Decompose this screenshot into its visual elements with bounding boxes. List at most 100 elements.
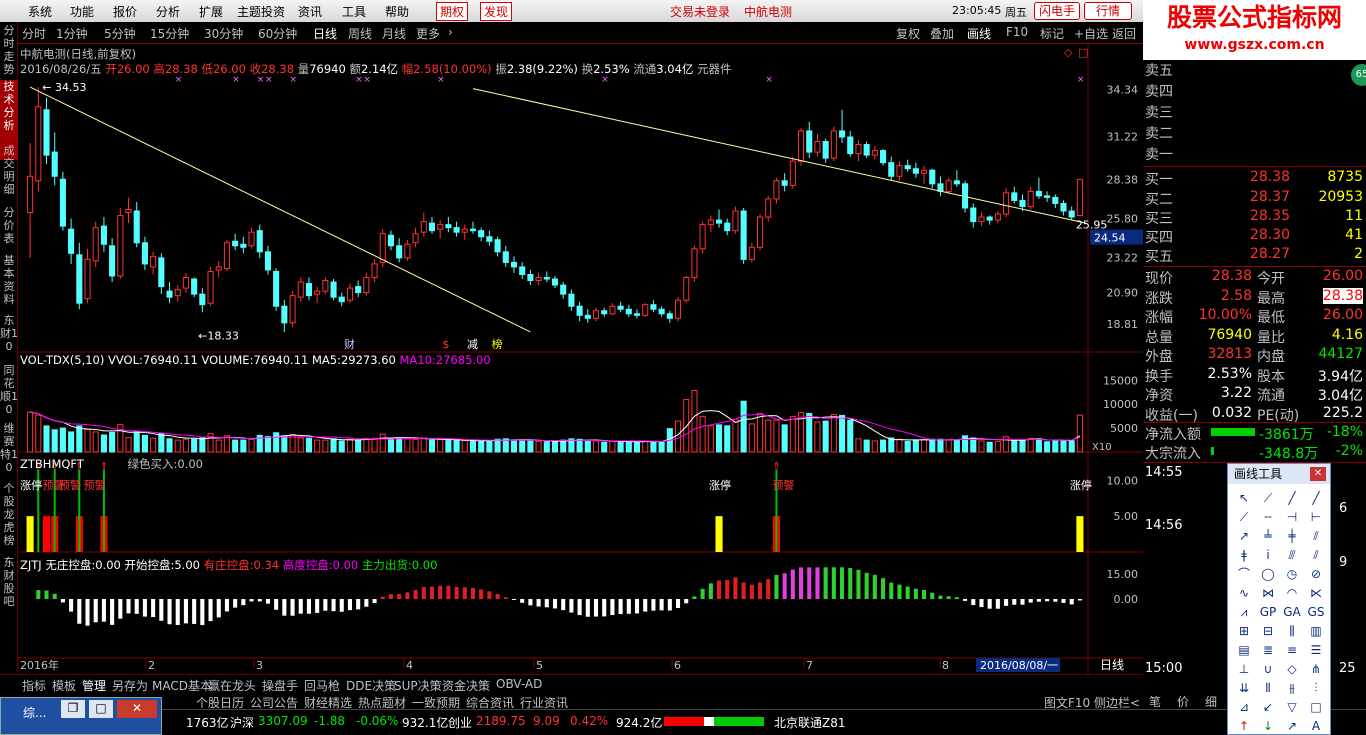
menu-analysis[interactable]: 分析 bbox=[156, 3, 180, 20]
menu-discover[interactable]: 发现 bbox=[480, 2, 513, 21]
drawing-tools-palette[interactable]: 画线工具 ✕ ↖ ⟋ ╱ ╱ ⟋ ╌ ⊣ ⊢ ↗ ╧ ╪ ⫽ ǂ ⅰ ⫻ ⫽ ⌒ ◯ ◷ ⊘ ∿ ⋈ ◠ ⋉ ⩘ GP GA GS ⊞ ⊟… bbox=[1227, 463, 1331, 735]
period-monthly[interactable]: 月线 bbox=[382, 25, 406, 42]
maximize-icon[interactable]: □ bbox=[89, 700, 113, 718]
menu-theme-invest[interactable]: 主题投资 bbox=[237, 3, 285, 20]
draw-tool-icon[interactable]: A bbox=[1306, 718, 1326, 734]
draw-tool-icon[interactable]: ⟋ bbox=[1234, 509, 1254, 525]
period-more-arrow-icon[interactable]: › bbox=[448, 25, 453, 39]
period-weekly[interactable]: 周线 bbox=[348, 25, 372, 42]
draw-tool-icon[interactable]: ⊿ bbox=[1234, 699, 1254, 715]
detail-tab-jia[interactable]: 价 bbox=[1177, 693, 1189, 710]
period-daily[interactable]: 日线 bbox=[313, 25, 337, 42]
menu-quote[interactable]: 报价 bbox=[113, 3, 137, 20]
tab-fundamentals[interactable]: 基本资料 bbox=[0, 254, 18, 306]
draw-tool-icon[interactable]: GS bbox=[1306, 604, 1326, 620]
back-button[interactable]: 返回 bbox=[1112, 25, 1136, 42]
draw-tool-icon[interactable]: ╪ bbox=[1282, 528, 1302, 544]
draw-tool-icon[interactable]: GA bbox=[1282, 604, 1302, 620]
draw-tool-icon[interactable]: ⫻ bbox=[1282, 547, 1302, 563]
menu-help[interactable]: 帮助 bbox=[385, 3, 409, 20]
tab-eastmoney10[interactable]: 东财10 bbox=[0, 314, 18, 358]
draw-tool-icon[interactable]: ◷ bbox=[1282, 566, 1302, 582]
draw-tool-icon[interactable]: ⋈ bbox=[1258, 585, 1278, 601]
menu-news[interactable]: 资讯 bbox=[298, 3, 322, 20]
tab-price-table[interactable]: 分价表 bbox=[0, 206, 18, 246]
draw-tool-icon[interactable]: ☰ bbox=[1306, 642, 1326, 658]
f10-button[interactable]: F10 bbox=[1006, 25, 1028, 39]
tab-intraday[interactable]: 分时走势 bbox=[0, 24, 18, 76]
draw-tool-icon[interactable]: ⋔ bbox=[1306, 661, 1326, 677]
detail-tab-bi[interactable]: 笔 bbox=[1149, 693, 1161, 710]
draw-tool-icon[interactable]: ⊟ bbox=[1258, 623, 1278, 639]
chart-area[interactable]: 34.34 31.22 28.38 25.80 23.22 20.90 18.81 ← 34.… bbox=[18, 44, 1143, 674]
draw-tool-icon[interactable]: ⫽ bbox=[1306, 528, 1326, 544]
draw-tool-icon[interactable]: ⊢ bbox=[1306, 509, 1326, 525]
draw-tool-icon[interactable]: ⇊ bbox=[1234, 680, 1254, 696]
draw-tool-icon[interactable]: ⫵ bbox=[1282, 680, 1302, 696]
menu-extend[interactable]: 扩展 bbox=[199, 3, 223, 20]
score-badge[interactable]: 65 bbox=[1351, 64, 1366, 86]
draw-tool-icon[interactable]: ↙ bbox=[1258, 699, 1278, 715]
draw-tool-icon[interactable]: ∪ bbox=[1258, 661, 1278, 677]
period-5min[interactable]: 5分钟 bbox=[104, 25, 136, 42]
period-more[interactable]: 更多 bbox=[416, 25, 440, 42]
draw-tool-icon[interactable]: ▤ bbox=[1234, 642, 1254, 658]
trade-login-status[interactable]: 交易未登录 bbox=[670, 3, 730, 20]
draw-tool-icon[interactable]: ⊣ bbox=[1282, 509, 1302, 525]
period-intraday[interactable]: 分时 bbox=[22, 25, 46, 42]
tab-eastmoney-forum[interactable]: 东财股吧 bbox=[0, 556, 18, 608]
draw-tool-icon[interactable]: ◯ bbox=[1258, 566, 1278, 582]
tab-weisaite10[interactable]: 维赛特10 bbox=[0, 422, 18, 474]
draw-tool-icon[interactable]: ◠ bbox=[1282, 585, 1302, 601]
draw-tool-icon[interactable]: ⊥ bbox=[1234, 661, 1254, 677]
restore-icon[interactable]: ❐ bbox=[61, 700, 85, 718]
draw-tool-icon[interactable]: GP bbox=[1258, 604, 1278, 620]
draw-tool-icon[interactable]: ▥ bbox=[1306, 623, 1326, 639]
draw-tool-icon[interactable]: □ bbox=[1306, 699, 1326, 715]
palette-close-icon[interactable]: ✕ bbox=[1310, 467, 1326, 481]
detail-tab-xi[interactable]: 细 bbox=[1205, 693, 1217, 710]
tab-dragon-tiger[interactable]: 个股龙虎榜 bbox=[0, 482, 18, 552]
menu-system[interactable]: 系统 bbox=[28, 3, 52, 20]
menu-function[interactable]: 功能 bbox=[70, 3, 94, 20]
draw-tool-icon[interactable]: ⫴ bbox=[1258, 680, 1278, 696]
draw-tool-icon[interactable]: ⌒ bbox=[1234, 566, 1254, 582]
draw-tool-icon[interactable]: ≣ bbox=[1258, 642, 1278, 658]
overlay-button[interactable]: 叠加 bbox=[930, 25, 954, 42]
menu-options[interactable]: 期权 bbox=[436, 2, 469, 21]
draw-tool-icon[interactable]: ↖ bbox=[1234, 490, 1254, 506]
draw-line-button[interactable]: 画线 bbox=[967, 25, 991, 42]
draw-tool-icon[interactable]: ⟋ bbox=[1258, 490, 1278, 506]
draw-tool-icon[interactable]: ╱ bbox=[1282, 490, 1302, 506]
add-watchlist-button[interactable]: +自选 bbox=[1074, 25, 1108, 42]
draw-tool-icon[interactable]: ╧ bbox=[1258, 528, 1278, 544]
minimized-window[interactable]: 综... ❐ □ ✕ bbox=[0, 697, 162, 735]
close-icon[interactable]: ✕ bbox=[117, 700, 157, 718]
draw-tool-icon[interactable]: ≡ bbox=[1282, 642, 1302, 658]
mark-button[interactable]: 标记 bbox=[1040, 25, 1064, 42]
period-15min[interactable]: 15分钟 bbox=[150, 25, 189, 42]
draw-tool-icon[interactable]: ⊘ bbox=[1306, 566, 1326, 582]
draw-tool-icon[interactable]: ↗ bbox=[1234, 528, 1254, 544]
draw-tool-icon[interactable]: ↑ bbox=[1234, 718, 1254, 734]
draw-tool-icon[interactable]: ↗ bbox=[1282, 718, 1302, 734]
draw-tool-icon[interactable]: ╌ bbox=[1258, 509, 1278, 525]
draw-tool-icon[interactable]: ǂ bbox=[1234, 547, 1254, 563]
flash-trade-button[interactable]: 闪电手 bbox=[1034, 2, 1080, 20]
draw-tool-icon[interactable]: ◇ bbox=[1282, 661, 1302, 677]
draw-tool-icon[interactable]: ⊞ bbox=[1234, 623, 1254, 639]
draw-tool-icon[interactable]: ╱ bbox=[1306, 490, 1326, 506]
draw-tool-icon[interactable]: ▽ bbox=[1282, 699, 1302, 715]
tab-ths10[interactable]: 同花顺10 bbox=[0, 364, 18, 416]
period-1min[interactable]: 1分钟 bbox=[56, 25, 88, 42]
period-60min[interactable]: 60分钟 bbox=[258, 25, 297, 42]
draw-tool-icon[interactable]: ↓ bbox=[1258, 718, 1278, 734]
menu-tools[interactable]: 工具 bbox=[342, 3, 366, 20]
draw-tool-icon[interactable]: ⩘ bbox=[1234, 604, 1254, 620]
draw-tool-icon[interactable]: ⫽ bbox=[1306, 547, 1326, 563]
btab-obv[interactable]: OBV-AD bbox=[496, 677, 542, 691]
draw-tool-icon[interactable]: ⋉ bbox=[1306, 585, 1326, 601]
draw-tool-icon[interactable]: ⫶ bbox=[1306, 680, 1326, 696]
draw-tool-icon[interactable]: ⅰ bbox=[1258, 547, 1278, 563]
draw-tool-icon[interactable]: ⫼ bbox=[1282, 623, 1302, 639]
